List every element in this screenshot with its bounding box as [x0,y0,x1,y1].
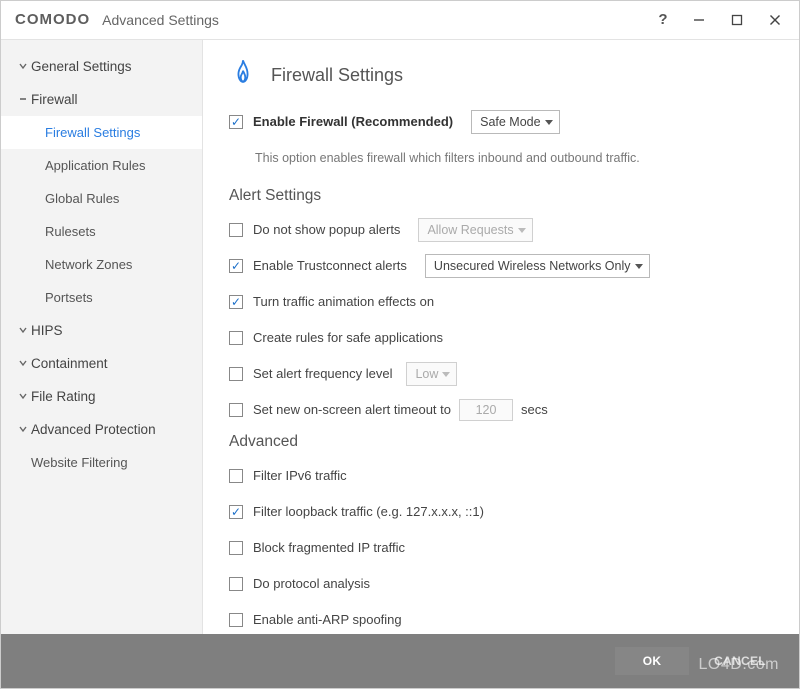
enable-firewall-label[interactable]: Enable Firewall (Recommended) [253,114,453,129]
row-ipv6: Filter IPv6 traffic [229,461,773,491]
titlebar: COMODO Advanced Settings ? [1,1,799,40]
sidebar-item-file-rating[interactable]: File Rating [1,380,202,413]
chevron-down-icon [15,425,31,433]
no-popup-dropdown: Allow Requests [418,218,532,242]
chevron-down-icon [15,359,31,367]
sidebar-item-label: Firewall [31,92,78,107]
sidebar-item-hips[interactable]: HIPS [1,314,202,347]
alert-timeout-label[interactable]: Set new on-screen alert timeout to [253,402,451,417]
help-button[interactable]: ? [649,11,677,28]
chevron-down-icon [15,326,31,334]
alert-freq-dropdown: Low [406,362,457,386]
flame-icon [229,58,257,93]
sidebar-item-network-zones[interactable]: Network Zones [1,248,202,281]
sidebar-item-global-rules[interactable]: Global Rules [1,182,202,215]
sidebar-item-label: General Settings [31,59,132,74]
protocol-checkbox[interactable] [229,577,243,591]
ok-button[interactable]: OK [615,647,689,675]
sidebar-item-label: File Rating [31,389,96,404]
row-animation: Turn traffic animation effects on [229,287,773,317]
sidebar-item-label: Containment [31,356,108,371]
row-no-popup: Do not show popup alerts Allow Requests [229,215,773,245]
advanced-header: Advanced [229,433,773,451]
chevron-down-icon [15,62,31,70]
frag-checkbox[interactable] [229,541,243,555]
sidebar-item-label: HIPS [31,323,63,338]
alert-timeout-checkbox[interactable] [229,403,243,417]
sidebar-item-label: Advanced Protection [31,422,156,437]
alert-settings-header: Alert Settings [229,187,773,205]
arp-label[interactable]: Enable anti-ARP spoofing [253,612,402,627]
sidebar-item-advanced-protection[interactable]: Advanced Protection [1,413,202,446]
minimize-button[interactable] [683,6,715,34]
alert-timeout-input [459,399,513,421]
sidebar-item-application-rules[interactable]: Application Rules [1,149,202,182]
minus-icon [15,95,31,103]
enable-firewall-description: This option enables firewall which filte… [229,143,773,173]
cancel-button[interactable]: CANCEL [703,647,777,675]
trustconnect-checkbox[interactable] [229,259,243,273]
no-popup-label[interactable]: Do not show popup alerts [253,222,400,237]
row-create-rules: Create rules for safe applications [229,323,773,353]
loopback-checkbox[interactable] [229,505,243,519]
chevron-down-icon [15,392,31,400]
brand-logo: COMODO [15,11,90,28]
page-header: Firewall Settings [229,58,773,93]
animation-label[interactable]: Turn traffic animation effects on [253,294,434,309]
window-title: Advanced Settings [102,12,219,28]
sidebar-item-general-settings[interactable]: General Settings [1,50,202,83]
arp-checkbox[interactable] [229,613,243,627]
row-enable-firewall: Enable Firewall (Recommended) Safe Mode [229,107,773,137]
footer: OK CANCEL [1,634,799,688]
create-rules-label[interactable]: Create rules for safe applications [253,330,443,345]
sidebar-item-firewall[interactable]: Firewall [1,83,202,116]
sidebar: General Settings Firewall Firewall Setti… [1,40,203,635]
alert-freq-checkbox[interactable] [229,367,243,381]
content-pane: Firewall Settings Enable Firewall (Recom… [203,40,799,635]
row-arp: Enable anti-ARP spoofing [229,605,773,635]
window: COMODO Advanced Settings ? General Setti… [0,0,800,689]
frag-label[interactable]: Block fragmented IP traffic [253,540,405,555]
sidebar-item-website-filtering[interactable]: Website Filtering [1,446,202,479]
enable-firewall-checkbox[interactable] [229,115,243,129]
loopback-label[interactable]: Filter loopback traffic (e.g. 127.x.x.x,… [253,504,484,519]
close-button[interactable] [759,6,791,34]
trustconnect-dropdown[interactable]: Unsecured Wireless Networks Only [425,254,650,278]
sidebar-item-firewall-settings[interactable]: Firewall Settings [1,116,202,149]
row-alert-freq: Set alert frequency level Low [229,359,773,389]
sidebar-item-portsets[interactable]: Portsets [1,281,202,314]
body: General Settings Firewall Firewall Setti… [1,40,799,635]
window-controls: ? [649,6,791,34]
trustconnect-label[interactable]: Enable Trustconnect alerts [253,258,407,273]
protocol-label[interactable]: Do protocol analysis [253,576,370,591]
no-popup-checkbox[interactable] [229,223,243,237]
row-loopback: Filter loopback traffic (e.g. 127.x.x.x,… [229,497,773,527]
row-trustconnect: Enable Trustconnect alerts Unsecured Wir… [229,251,773,281]
page-title: Firewall Settings [271,65,403,86]
row-protocol: Do protocol analysis [229,569,773,599]
ipv6-checkbox[interactable] [229,469,243,483]
ipv6-label[interactable]: Filter IPv6 traffic [253,468,347,483]
maximize-button[interactable] [721,6,753,34]
alert-freq-label[interactable]: Set alert frequency level [253,366,392,381]
alert-timeout-unit: secs [521,402,548,417]
row-frag: Block fragmented IP traffic [229,533,773,563]
firewall-mode-dropdown[interactable]: Safe Mode [471,110,559,134]
animation-checkbox[interactable] [229,295,243,309]
row-alert-timeout: Set new on-screen alert timeout to secs [229,395,773,425]
create-rules-checkbox[interactable] [229,331,243,345]
sidebar-item-rulesets[interactable]: Rulesets [1,215,202,248]
sidebar-item-containment[interactable]: Containment [1,347,202,380]
